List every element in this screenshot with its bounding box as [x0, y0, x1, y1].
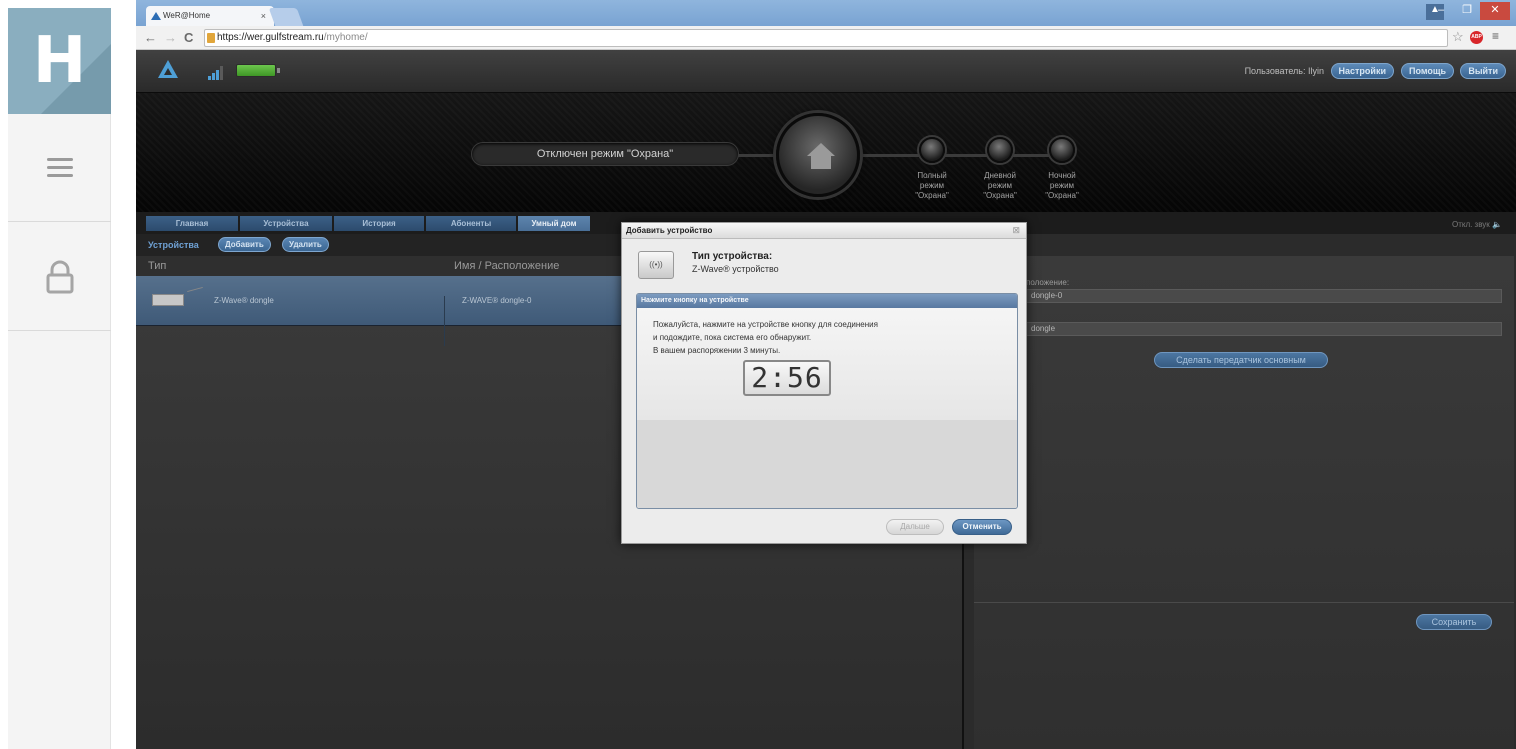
location-field[interactable]: dongle-0	[1026, 289, 1502, 303]
pairing-panel-header: Нажмите кнопку на устройстве	[637, 294, 1017, 308]
device-field[interactable]: dongle	[1026, 322, 1502, 336]
bookmark-star-icon[interactable]: ☆	[1452, 29, 1464, 45]
user-label: Пользователь: Ilyin	[1244, 66, 1324, 76]
url-host: https://wer.gulfstream.ru	[217, 32, 324, 43]
day-mode-button[interactable]	[987, 137, 1013, 163]
help-button[interactable]: Помощь	[1400, 63, 1454, 79]
lock-icon	[46, 260, 73, 293]
settings-button[interactable]: Настройки	[1330, 63, 1394, 79]
next-button[interactable]: Дальше	[886, 519, 944, 535]
forward-icon[interactable]: →	[164, 30, 177, 45]
device-type-value: Z-Wave® устройство	[692, 264, 779, 274]
site-favicon-icon	[151, 12, 161, 20]
hamburger-icon	[46, 157, 73, 177]
instruction-line: и подождите, пока система его обнаружит.	[653, 333, 812, 342]
signal-strength-icon	[208, 66, 224, 80]
logo-letter: H	[32, 24, 87, 98]
add-device-dialog: Добавить устройство ⊠ ((•)) Тип устройст…	[621, 222, 1027, 544]
tab-title: WeR@Home	[163, 11, 211, 20]
battery-icon	[236, 64, 280, 77]
location-label: положение:	[1026, 278, 1070, 287]
tab-subscribers[interactable]: Абоненты	[426, 216, 516, 231]
day-mode-label: Дневной режим "Охрана"	[983, 171, 1017, 200]
address-bar[interactable]: https://wer.gulfstream.ru/myhome/	[204, 29, 1448, 47]
app-logo-icon	[158, 60, 178, 78]
left-sidebar: H	[8, 8, 111, 749]
tab-history[interactable]: История	[334, 216, 424, 231]
mode-status-text: Отключен режим "Охрана"	[472, 143, 738, 165]
night-mode-label: Ночной режим "Охрана"	[1045, 171, 1079, 200]
dialog-titlebar: Добавить устройство ⊠	[622, 223, 1026, 239]
app-header: Пользователь: Ilyin Настройки Помощь Вый…	[136, 50, 1516, 92]
set-main-transmitter-button[interactable]: Сделать передатчик основным	[1154, 352, 1328, 368]
back-icon[interactable]: ←	[144, 30, 157, 45]
dialog-title: Добавить устройство	[626, 226, 713, 235]
hamburger-menu-button[interactable]	[8, 114, 111, 222]
countdown-timer: 2:56	[743, 360, 831, 396]
pairing-panel-footer	[637, 420, 1017, 508]
tab-smart-home[interactable]: Умный дом	[518, 216, 590, 231]
column-type: Тип	[148, 260, 167, 272]
full-mode-label: Полный режим "Охрана"	[915, 171, 949, 200]
instruction-line: Пожалуйста, нажмите на устройстве кнопку…	[653, 320, 878, 329]
adblock-icon[interactable]: ABP	[1470, 31, 1483, 44]
column-name: Имя / Расположение	[454, 260, 560, 272]
divider	[974, 602, 1514, 603]
house-icon	[807, 143, 835, 169]
dialog-close-icon[interactable]: ⊠	[1012, 225, 1020, 236]
subnav-title[interactable]: Устройства	[148, 240, 199, 250]
full-mode-button[interactable]	[919, 137, 945, 163]
zwave-device-icon: ((•))	[638, 251, 674, 279]
row-name: Z-WAVE® dongle-0	[462, 296, 532, 305]
device-type-label: Тип устройства:	[692, 251, 773, 262]
browser-window: WeR@Home × ▲ – ❐ ✕ ← → C https://wer.gul…	[136, 0, 1516, 749]
instruction-line: В вашем распоряжении 3 минуты.	[653, 346, 781, 355]
tab-devices[interactable]: Устройства	[240, 216, 332, 231]
usb-dongle-icon	[152, 294, 184, 306]
home-mode-button[interactable]	[776, 113, 860, 197]
add-device-button[interactable]: Добавить	[218, 237, 271, 252]
device-details-body: положение: dongle-0 dongle Сделать перед…	[974, 256, 1514, 749]
browser-tab-strip: WeR@Home × ▲ – ❐ ✕	[136, 0, 1516, 26]
tab-close-icon[interactable]: ×	[261, 11, 266, 21]
lock-button[interactable]	[8, 223, 111, 331]
logo-tile[interactable]: H	[8, 8, 111, 114]
window-controls: – ❐ ✕	[1428, 2, 1510, 20]
security-status-panel: Отключен режим "Охрана" Полный режим "Охра…	[136, 92, 1516, 213]
delete-device-button[interactable]: Удалить	[282, 237, 329, 252]
column-divider	[444, 296, 445, 346]
browser-tab[interactable]: WeR@Home ×	[146, 6, 274, 26]
browser-menu-icon[interactable]: ≡	[1492, 29, 1499, 43]
tab-main[interactable]: Главная	[146, 216, 238, 231]
pairing-panel: Нажмите кнопку на устройстве Пожалуйста,…	[636, 293, 1018, 509]
window-close-icon[interactable]: ✕	[1480, 2, 1510, 20]
save-button[interactable]: Сохранить	[1416, 614, 1492, 630]
secure-lock-icon	[207, 33, 215, 43]
maximize-icon[interactable]: ❐	[1454, 2, 1480, 20]
cancel-button[interactable]: Отменить	[952, 519, 1012, 535]
logout-button[interactable]: Выйти	[1460, 63, 1506, 79]
row-type: Z-Wave® dongle	[214, 296, 274, 305]
device-details-panel: положение: dongle-0 dongle Сделать перед…	[962, 234, 1516, 749]
night-mode-button[interactable]	[1049, 137, 1075, 163]
sound-toggle[interactable]: Откл. звук 🔈	[1452, 220, 1502, 229]
browser-toolbar: ← → C https://wer.gulfstream.ru/myhome/ …	[136, 26, 1516, 50]
url-path: /myhome/	[323, 32, 368, 43]
new-tab-button[interactable]	[268, 8, 304, 26]
reload-icon[interactable]: C	[184, 30, 193, 45]
minimize-icon[interactable]: –	[1428, 2, 1454, 20]
